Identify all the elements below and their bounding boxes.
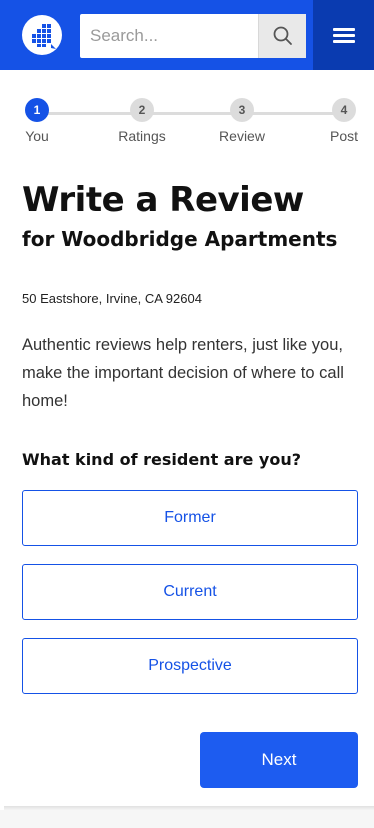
step-label: Post [329, 128, 358, 144]
page-title: Write a Review [22, 180, 304, 220]
building-logo-icon[interactable] [22, 15, 62, 55]
magnifier-icon [273, 26, 292, 45]
step-ratings: 2 Ratings [102, 98, 182, 144]
step-label: Ratings [118, 128, 166, 144]
footer [0, 810, 374, 828]
next-button[interactable]: Next [200, 732, 358, 788]
property-name: for Woodbridge Apartments [22, 227, 338, 251]
top-navbar [0, 0, 374, 70]
intro-text: Authentic reviews help renters, just lik… [22, 336, 344, 410]
search-input[interactable] [80, 14, 258, 58]
step-label: Review [219, 128, 265, 144]
option-prospective-button[interactable]: Prospective [22, 638, 358, 694]
option-former-button[interactable]: Former [22, 490, 358, 546]
step-you: 1 You [0, 98, 77, 144]
option-current-button[interactable]: Current [22, 564, 358, 620]
property-address: 50 Eastshore, Irvine, CA 92604 [22, 291, 202, 306]
step-number: 1 [25, 98, 49, 122]
step-review: 3 Review [202, 98, 282, 144]
menu-button[interactable] [313, 0, 374, 70]
progress-stepper: 1 You 2 Ratings 3 Review 4 Post [0, 98, 374, 152]
step-number: 4 [332, 98, 356, 122]
step-number: 3 [230, 98, 254, 122]
search-box [80, 14, 306, 58]
step-post: 4 Post [304, 98, 374, 144]
step-label: You [25, 128, 49, 144]
search-button[interactable] [258, 14, 306, 58]
stepper-track [38, 112, 344, 115]
resident-type-question: What kind of resident are you? [22, 450, 301, 469]
step-number: 2 [130, 98, 154, 122]
hamburger-menu-icon [333, 28, 355, 31]
